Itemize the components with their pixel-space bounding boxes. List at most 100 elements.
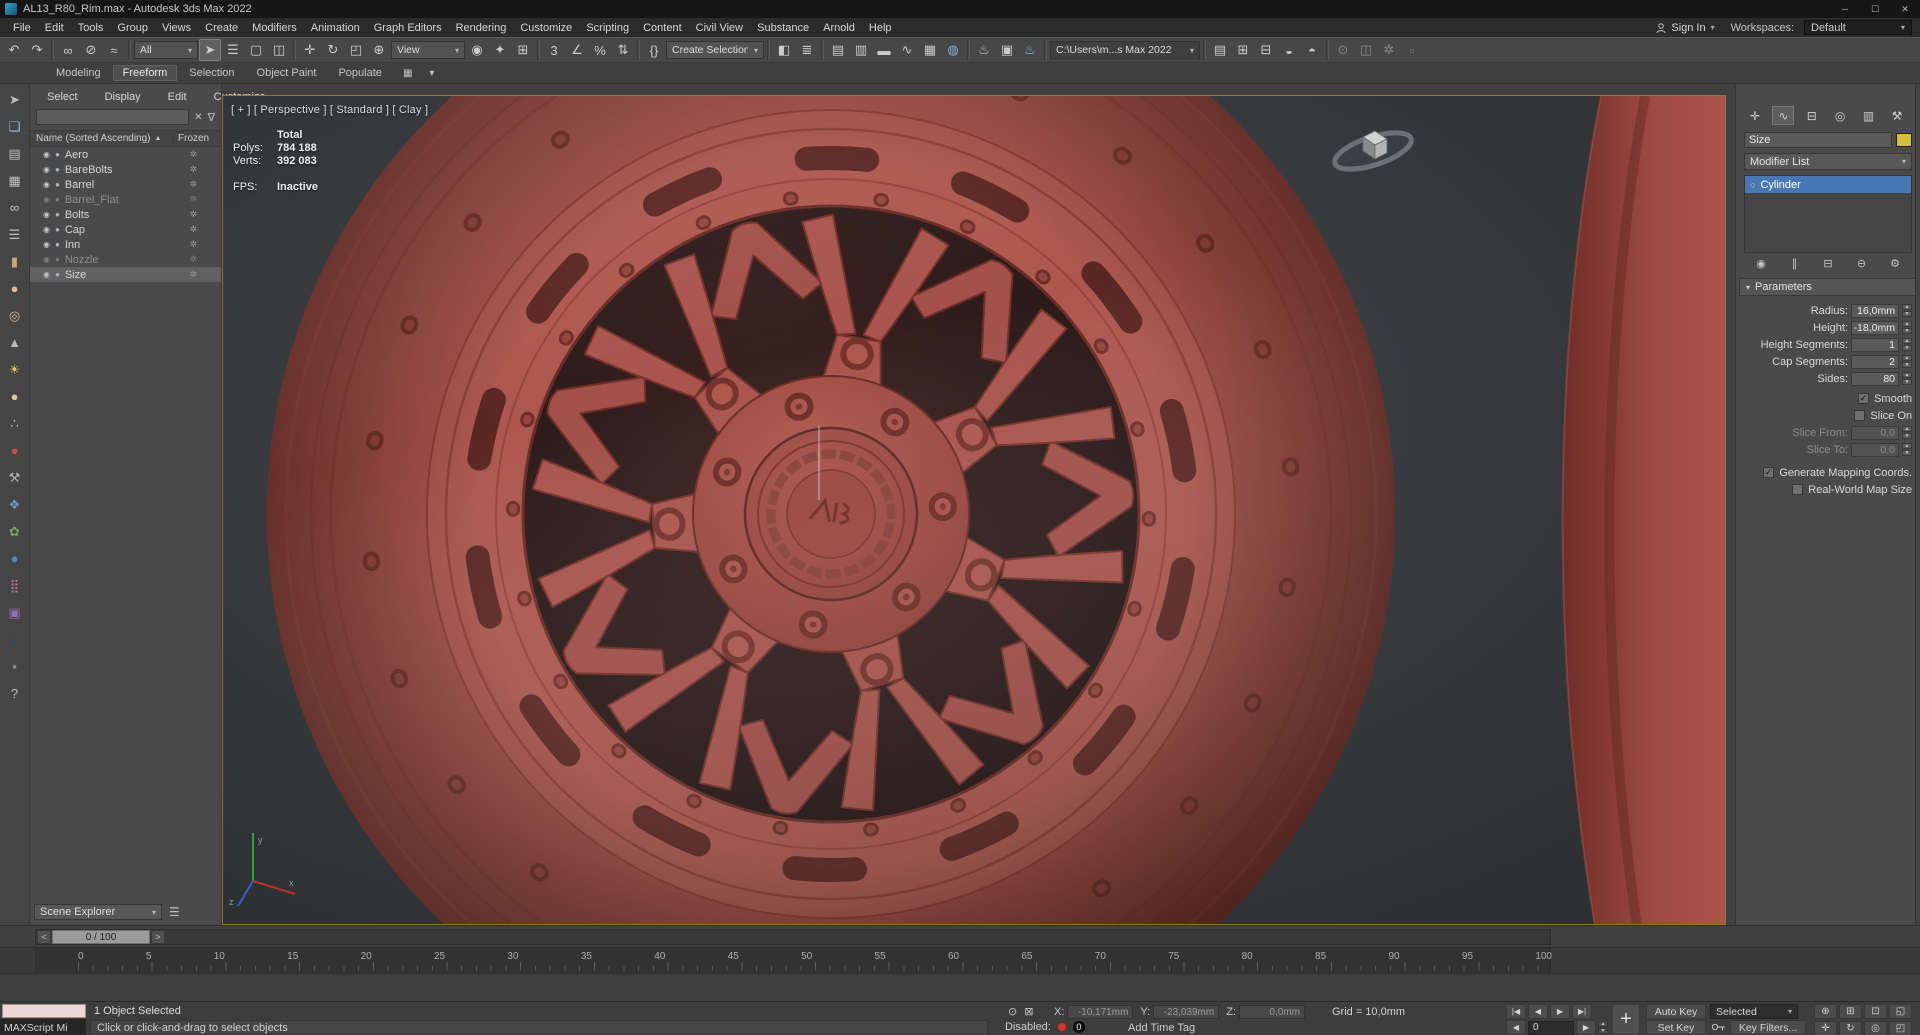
- unlink-selection-icon[interactable]: ⊘: [80, 39, 102, 61]
- scene-object-row[interactable]: ◉ ● BareBolts ✲: [30, 162, 221, 177]
- time-slider-track[interactable]: [35, 929, 1551, 945]
- dark-sphere-icon[interactable]: ●: [2, 626, 28, 653]
- go-to-start-button[interactable]: |◀: [1506, 1004, 1526, 1019]
- particles-icon[interactable]: ∴: [2, 410, 28, 437]
- checkbox[interactable]: ✓: [1854, 410, 1866, 421]
- menu-item[interactable]: File: [6, 22, 38, 34]
- ribbon-tab[interactable]: Object Paint: [247, 65, 327, 81]
- blue-sphere-icon[interactable]: ●: [2, 545, 28, 572]
- frozen-toggle-icon[interactable]: ✲: [189, 149, 197, 160]
- menu-item[interactable]: Customize: [513, 22, 579, 34]
- modifier-stack[interactable]: ○ Cylinder: [1744, 175, 1912, 253]
- scene-explorer-selector[interactable]: Scene Explorer ▾: [34, 904, 162, 920]
- document-tool-icon[interactable]: ▤: [2, 140, 28, 167]
- render-setup-icon[interactable]: ♨: [973, 39, 995, 61]
- configure-modifier-sets-icon[interactable]: ⚙: [1886, 257, 1904, 270]
- select-and-manipulate-icon[interactable]: ✦: [489, 39, 511, 61]
- scene-object-row[interactable]: ◉ ● Nozzle ✲: [30, 252, 221, 267]
- maxscript-mini-listener[interactable]: [2, 1004, 86, 1018]
- curve-editor-icon[interactable]: ∿: [896, 39, 918, 61]
- maximize-button[interactable]: ☐: [1860, 0, 1890, 18]
- window-crossing-icon[interactable]: ◫: [268, 39, 290, 61]
- parameter-value-field[interactable]: 1: [1851, 337, 1899, 352]
- scene-object-row[interactable]: ◉ ● Bolts ✲: [30, 207, 221, 222]
- pin-stack-icon[interactable]: ◉: [1752, 257, 1770, 270]
- value-spinner[interactable]: ▲ ▼: [1902, 338, 1912, 351]
- selection-filter-dropdown[interactable]: All ▾: [134, 41, 198, 59]
- orbit-icon[interactable]: ↻: [1839, 1021, 1862, 1035]
- scene-object-row[interactable]: ◉ ● Barrel ✲: [30, 177, 221, 192]
- toggle-ribbon-icon[interactable]: ▬: [873, 39, 895, 61]
- point-cloud-icon[interactable]: ⣿: [2, 572, 28, 599]
- viewport-canvas[interactable]: y x z: [223, 96, 1726, 925]
- sphere-primitive-icon[interactable]: ●: [2, 275, 28, 302]
- ribbon-media-icon[interactable]: ▦: [398, 65, 418, 82]
- scene-object-row[interactable]: ◉ ● Barrel_Flat ✲: [30, 192, 221, 207]
- menu-item[interactable]: Content: [636, 22, 689, 34]
- frozen-toggle-icon[interactable]: ✲: [189, 254, 197, 265]
- save-container-icon[interactable]: ◓: [1301, 39, 1323, 61]
- sign-in-button[interactable]: Sign In ▾: [1650, 22, 1720, 34]
- frozen-toggle-icon[interactable]: ✲: [189, 179, 197, 190]
- titlebar[interactable]: AL13_R80_Rim.max - Autodesk 3ds Max 2022…: [0, 0, 1920, 18]
- select-and-scale-icon[interactable]: ◰: [345, 39, 367, 61]
- menu-item[interactable]: Rendering: [449, 22, 514, 34]
- visibility-eye-icon[interactable]: ◉: [43, 225, 50, 234]
- checkbox[interactable]: ✓: [1858, 393, 1870, 404]
- list-tool-icon[interactable]: ☰: [2, 221, 28, 248]
- ribbon-tab[interactable]: Modeling: [46, 65, 111, 81]
- material-editor-icon[interactable]: ◍: [942, 39, 964, 61]
- set-key-button[interactable]: Set Key: [1646, 1020, 1706, 1035]
- scene-explorer-header[interactable]: Name (Sorted Ascending) ▲ Frozen: [30, 130, 221, 147]
- coordinate-field[interactable]: -23,039mm: [1153, 1005, 1220, 1019]
- undo-icon[interactable]: ↶: [3, 39, 25, 61]
- select-and-rotate-icon[interactable]: ↻: [322, 39, 344, 61]
- angle-snap-icon[interactable]: ∠: [566, 39, 588, 61]
- parameter-value-field[interactable]: 16,0mm: [1851, 303, 1899, 318]
- menu-item[interactable]: Scripting: [579, 22, 636, 34]
- clear-search-icon[interactable]: ✕: [194, 112, 202, 123]
- modify-tab-icon[interactable]: ∿: [1772, 106, 1795, 125]
- value-spinner[interactable]: ▲ ▼: [1902, 355, 1912, 368]
- create-container-icon[interactable]: ⊞: [1232, 39, 1254, 61]
- key-filters-button[interactable]: Key Filters...: [1730, 1020, 1806, 1035]
- viewport-label[interactable]: [ + ] [ Perspective ] [ Standard ] [ Cla…: [231, 104, 428, 116]
- redo-icon[interactable]: ↷: [26, 39, 48, 61]
- frame-forward-button[interactable]: ▶: [1576, 1020, 1596, 1035]
- menu-item[interactable]: Substance: [750, 22, 816, 34]
- geosphere-icon[interactable]: ●: [2, 383, 28, 410]
- checkbox-row[interactable]: ✓ Slice On: [1736, 407, 1920, 424]
- show-end-result-icon[interactable]: ∥: [1786, 257, 1804, 270]
- menu-item[interactable]: Arnold: [816, 22, 862, 34]
- object-name-field[interactable]: Size: [1744, 132, 1892, 148]
- menu-item[interactable]: Modifiers: [245, 22, 304, 34]
- value-spinner[interactable]: ▲ ▼: [1902, 426, 1912, 439]
- selection-lock-toggle-icon[interactable]: ⊠: [1024, 1005, 1033, 1018]
- project-folder-field[interactable]: C:\Users\m...s Max 2022 ▾: [1050, 41, 1200, 59]
- checkbox-row[interactable]: ✓ Real-World Map Size: [1736, 481, 1920, 498]
- pointer-tool-icon[interactable]: ➤: [2, 86, 28, 113]
- key-mode-dropdown[interactable]: Selected ▾: [1710, 1004, 1798, 1019]
- percent-snap-icon[interactable]: %: [589, 39, 611, 61]
- remove-modifier-icon[interactable]: ⊖: [1853, 257, 1871, 270]
- tools-icon[interactable]: ⚒: [2, 464, 28, 491]
- checkbox-row[interactable]: ✓ Generate Mapping Coords.: [1736, 464, 1920, 481]
- bind-to-space-warp-icon[interactable]: ≈: [103, 39, 125, 61]
- next-frame-step-button[interactable]: >: [151, 930, 165, 944]
- zoom-icon[interactable]: ⊕: [1814, 1004, 1837, 1019]
- plant-icon[interactable]: ✿: [2, 518, 28, 545]
- value-spinner[interactable]: ▲ ▼: [1902, 443, 1912, 456]
- visibility-eye-icon[interactable]: ◉: [43, 150, 50, 159]
- rendered-frame-window-icon[interactable]: ▣: [996, 39, 1018, 61]
- modifier-list-dropdown[interactable]: Modifier List ▾: [1744, 153, 1912, 170]
- edit-named-selection-sets-icon[interactable]: {}: [643, 39, 665, 61]
- checkbox-row[interactable]: ✓ Smooth: [1736, 390, 1920, 407]
- rectangular-selection-region-icon[interactable]: ▢: [245, 39, 267, 61]
- frame-spinner[interactable]: ▲ ▼: [1598, 1021, 1608, 1034]
- command-panel-scrollbar[interactable]: [1915, 84, 1920, 925]
- select-and-move-icon[interactable]: ✛: [299, 39, 321, 61]
- time-slider-handle[interactable]: 0 / 100: [52, 930, 150, 944]
- inactive-tool-icon[interactable]: ▫: [1401, 39, 1423, 61]
- frame-back-button[interactable]: ◀: [1506, 1020, 1526, 1035]
- inactive-tool-icon[interactable]: ⊙: [1332, 39, 1354, 61]
